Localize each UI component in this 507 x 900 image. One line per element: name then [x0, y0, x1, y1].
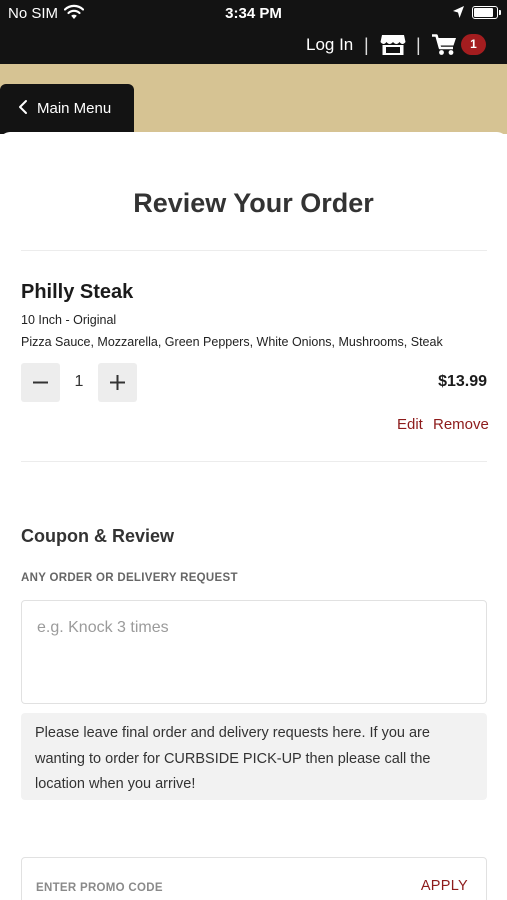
cart-icon[interactable] [432, 34, 458, 61]
divider [21, 461, 487, 462]
main-menu-button[interactable]: Main Menu [0, 84, 134, 134]
location-arrow-icon [452, 5, 465, 23]
main-menu-label: Main Menu [37, 100, 112, 117]
item-price: $13.99 [438, 373, 487, 390]
request-note: Please leave final order and delivery re… [21, 713, 487, 800]
request-field-label: ANY ORDER OR DELIVERY REQUEST [21, 572, 238, 584]
login-link[interactable]: Log In [306, 35, 353, 55]
promo-code-box: APPLY [21, 857, 487, 900]
status-bar: No SIM 3:34 PM [0, 0, 507, 26]
page-title: Review Your Order [133, 188, 374, 218]
minus-icon [33, 381, 48, 384]
header-separator: | [364, 35, 369, 55]
divider [21, 250, 487, 251]
store-icon[interactable] [380, 34, 406, 61]
order-request-field[interactable] [21, 600, 487, 704]
remove-item-link[interactable]: Remove [433, 416, 489, 433]
quantity-value: 1 [74, 373, 84, 390]
section-title-coupon-review: Coupon & Review [21, 526, 175, 546]
plus-icon [110, 375, 125, 390]
header-separator: | [416, 35, 421, 55]
app-header: Log In | | 1 [0, 26, 507, 64]
item-name: Philly Steak [21, 281, 134, 303]
clock: 3:34 PM [225, 5, 282, 22]
promo-code-input[interactable] [36, 877, 366, 899]
item-toppings: Pizza Sauce, Mozzarella, Green Peppers, … [21, 335, 443, 349]
battery-icon [472, 6, 501, 19]
cart-count-badge[interactable]: 1 [461, 34, 486, 55]
increase-quantity-button[interactable] [98, 363, 137, 402]
edit-item-link[interactable]: Edit [397, 416, 423, 433]
decrease-quantity-button[interactable] [21, 363, 60, 402]
item-size: 10 Inch - Original [21, 313, 117, 327]
apply-promo-button[interactable]: APPLY [421, 878, 468, 894]
chevron-left-icon [18, 99, 28, 119]
battery-fill [474, 8, 493, 17]
